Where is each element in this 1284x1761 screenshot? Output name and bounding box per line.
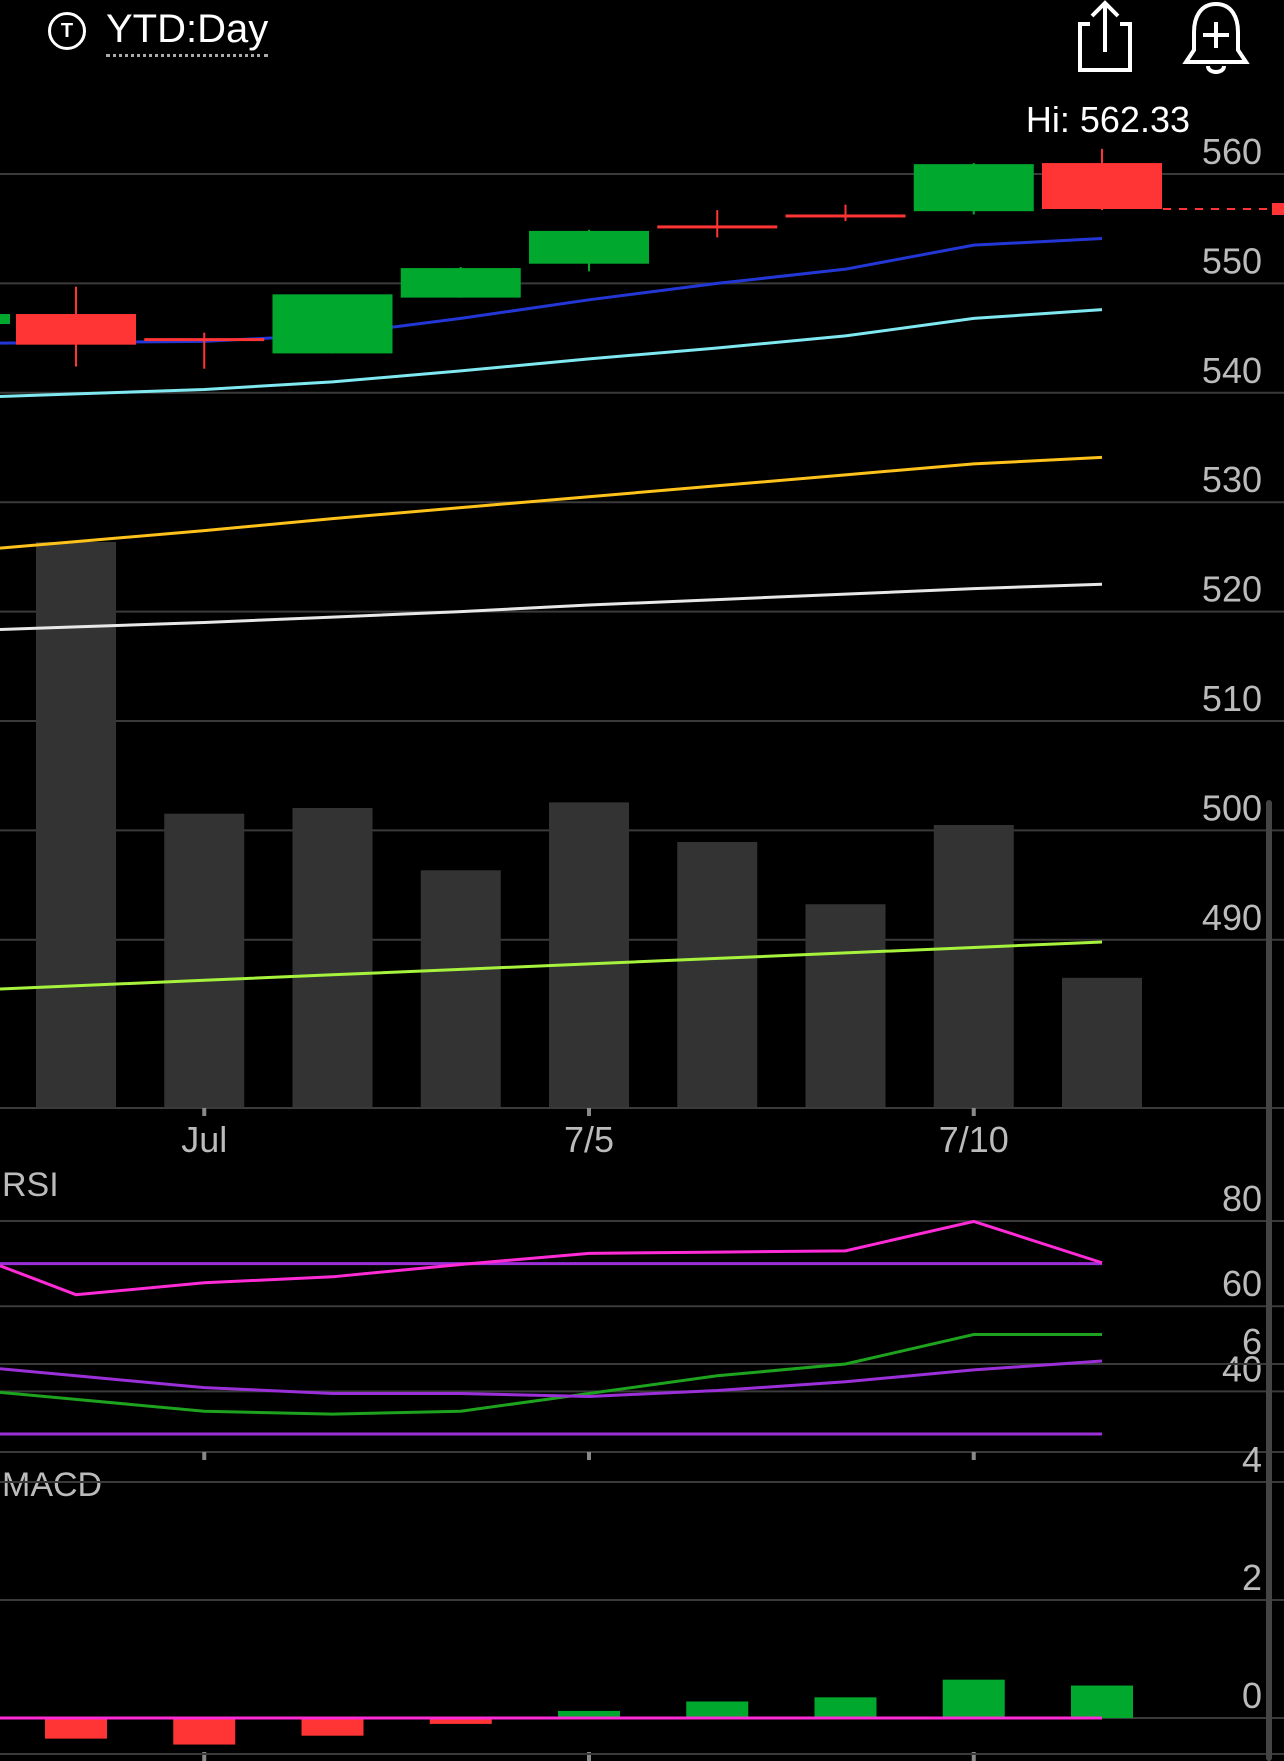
candle-body [913,164,1034,212]
y-tick-label: 80 [1222,1178,1262,1219]
rsi-line [0,1219,1103,1297]
y-tick-label: 560 [1202,131,1262,172]
volume-bar [549,802,629,1108]
y-tick-label: 550 [1202,240,1262,281]
macd-histogram-bar [173,1718,236,1745]
y-tick-label: 510 [1202,678,1262,719]
chart-area[interactable]: 560 550 540 530 520 510 500 490 Hi: 562.33 Jul 7/5… [0,0,1284,1761]
y-tick-label: 60 [1222,1263,1262,1304]
macd-histogram-bar [45,1718,107,1739]
y-tick-label: 540 [1202,350,1262,391]
candle-body [272,294,393,354]
candle-body [1042,163,1162,210]
macd-histogram-bar [1071,1685,1133,1718]
macd-histogram-bar [942,1679,1005,1718]
candle-body [400,268,521,298]
volume-bar [420,870,501,1108]
volume-bar [677,841,758,1108]
rsi-label: RSI [2,1166,59,1204]
x-tick-label: 7/5 [564,1119,614,1160]
y-tick-label: 520 [1202,569,1262,610]
scrollbar[interactable] [1266,800,1272,1761]
volume-bar [292,808,373,1108]
volume-bar [933,825,1014,1108]
moving-average-line [0,582,1103,632]
candle-body [16,314,136,345]
macd-histogram-bar [301,1718,364,1736]
y-tick-label: 2 [1242,1557,1262,1598]
x-tick-label: 7/10 [939,1119,1009,1160]
high-price-label: Hi: 562.33 [1026,99,1190,140]
y-tick-label: 6 [1242,1321,1262,1362]
macd-histogram-bar [814,1697,877,1718]
y-tick-label: 0 [1242,1675,1262,1716]
moving-average-line [0,308,1103,399]
y-tick-label: 4 [1242,1439,1262,1480]
candle-body [657,225,778,229]
macd-histogram-bar [686,1701,749,1718]
y-tick-label: 490 [1202,897,1262,938]
y-tick-label: 500 [1202,787,1262,828]
macd-label: MACD [2,1466,102,1504]
candle-body [144,338,265,342]
volume-bar [805,904,886,1108]
candle-body [785,214,906,218]
y-tick-label: 530 [1202,459,1262,500]
x-tick-label: Jul [181,1119,227,1160]
candle-body [529,230,649,264]
last-price-marker [1272,203,1284,216]
volume-bar [1062,977,1142,1108]
candle-partial [0,314,10,325]
volume-bar [164,813,245,1108]
